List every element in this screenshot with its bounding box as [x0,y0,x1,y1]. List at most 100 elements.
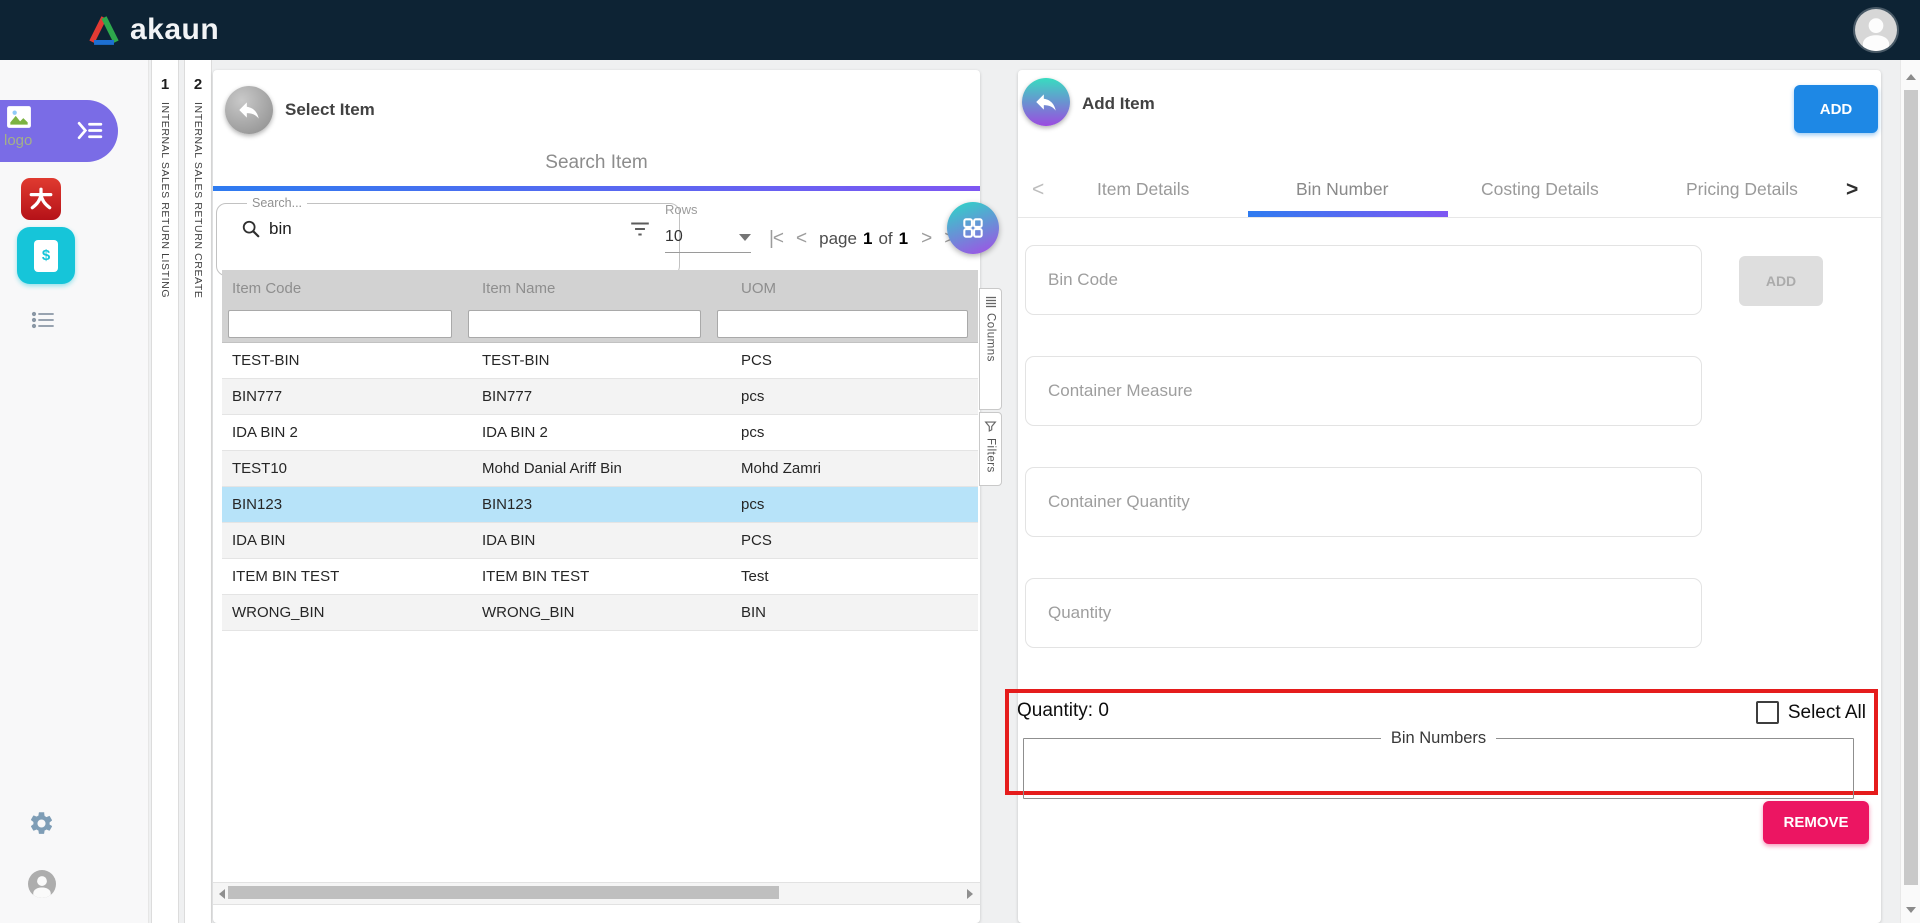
search-fieldset: Search... [216,196,680,276]
list-menu-icon[interactable] [31,310,55,335]
select-all-checkbox[interactable] [1755,701,1779,724]
cell-uom: pcs [741,496,765,513]
select-item-panel: Select Item Search Item Search... Rows 1… [213,70,1002,923]
search-field-label: Search... [252,196,303,210]
scroll-up-arrow[interactable] [1901,68,1920,86]
tabs-scroll-left-icon[interactable]: < [1032,178,1044,202]
column-header-uom[interactable]: UOM [731,280,978,297]
cell-item-name: BIN777 [482,388,533,405]
cell-item-code: TEST10 [232,460,288,477]
cell-item-name: IDA BIN [482,532,536,549]
first-page-button[interactable]: |< [769,228,784,250]
tabs-scroll-right-icon[interactable]: > [1846,178,1858,202]
bin-numbers-legend: Bin Numbers [1390,729,1487,747]
table-row[interactable]: TEST-BIN TEST-BIN PCS [222,343,978,379]
quantity-field[interactable] [1025,578,1702,648]
filters-side-tab[interactable]: Filters [979,412,1002,486]
of-word: of [878,229,893,248]
tab-bin-number[interactable]: Bin Number [1296,179,1388,200]
cell-item-name: Mohd Danial Ariff Bin [482,460,622,477]
profile-icon[interactable] [28,870,56,898]
table-row[interactable]: TEST10 Mohd Danial Ariff Bin Mohd Zamri [222,451,978,487]
search-input[interactable] [267,217,623,240]
column-header-item-name[interactable]: Item Name [472,280,731,297]
tab-costing-details[interactable]: Costing Details [1481,179,1599,200]
horizontal-scroll-thumb[interactable] [228,886,779,899]
add-item-button[interactable]: ADD [1794,85,1878,133]
search-icon [242,220,260,237]
workspace-tab-number: 2 [193,76,203,93]
next-page-button[interactable]: > [921,228,932,250]
cell-item-code: WRONG_BIN [232,604,325,621]
triangle-logo-icon [89,16,119,45]
page-vertical-scrollbar[interactable] [1900,60,1920,923]
table-horizontal-scrollbar[interactable] [213,882,980,905]
table-header-row: Item Code Item Name UOM [222,270,978,306]
rows-label: Rows [665,202,698,217]
page-indicator: page 1 of 1 [819,229,908,249]
total-pages-number: 1 [898,229,909,248]
cell-uom: Mohd Zamri [741,460,822,477]
drag-bars-icon [985,296,996,308]
item-code-filter-input[interactable] [228,310,452,338]
scroll-right-arrow[interactable] [961,883,978,904]
remove-button[interactable]: REMOVE [1763,801,1869,844]
bin-code-add-button[interactable]: ADD [1739,256,1823,306]
cell-uom: PCS [741,352,772,369]
container-quantity-field[interactable] [1025,467,1702,537]
back-arrow-icon [239,102,259,119]
brand-logo: akaun [86,0,219,60]
cell-item-name: ITEM BIN TEST [482,568,590,585]
column-header-item-code[interactable]: Item Code [222,280,472,297]
cell-item-name: WRONG_BIN [482,604,575,621]
cell-item-code: IDA BIN 2 [232,424,298,441]
vertical-scroll-thumb[interactable] [1904,90,1918,885]
container-measure-field[interactable] [1025,356,1702,426]
table-row[interactable]: IDA BIN IDA BIN PCS [222,523,978,559]
table-row[interactable]: ITEM BIN TEST ITEM BIN TEST Test [222,559,978,595]
prev-page-button[interactable]: < [796,228,807,250]
cell-item-code: TEST-BIN [232,352,300,369]
funnel-icon [984,421,997,432]
settings-gear-icon[interactable] [28,810,55,842]
red-highlight-annotation: Quantity: 0 Select All Bin Numbers [1005,689,1878,799]
back-button[interactable] [1022,78,1070,126]
select-all-control: Select All [1755,701,1866,724]
scroll-down-arrow[interactable] [1901,901,1920,919]
page-word: page [819,229,857,248]
app-icon-red[interactable] [21,178,61,220]
rows-per-page-select[interactable]: 10 [665,222,751,253]
dollar-doc-icon: $ [34,239,58,272]
bin-code-field[interactable] [1025,245,1702,315]
back-button[interactable] [225,86,273,134]
grid-view-button[interactable] [947,202,999,254]
cell-item-name: IDA BIN 2 [482,424,548,441]
app-window: akaun logo $ 1 INTERNAL SALES RETURN LIS… [0,0,1920,923]
filter-list-icon[interactable] [629,220,651,238]
table-row[interactable]: BIN777 BIN777 pcs [222,379,978,415]
workspace-tab-internal-sales-return-listing[interactable]: 1 INTERNAL SALES RETURN LISTING [151,60,179,923]
app-icon-sales-doc[interactable]: $ [17,227,75,284]
uom-filter-input[interactable] [717,310,968,338]
user-avatar[interactable] [1855,9,1897,51]
search-item-tab[interactable]: Search Item [213,152,980,174]
tab-item-details[interactable]: Item Details [1097,179,1189,200]
workspace-tab-internal-sales-return-create[interactable]: 2 INTERNAL SALES RETURN CREATE [184,60,212,923]
rows-value: 10 [665,228,683,245]
bin-numbers-container: Bin Numbers [1023,729,1854,799]
table-row[interactable]: IDA BIN 2 IDA BIN 2 pcs [222,415,978,451]
cell-item-code: IDA BIN [232,532,286,549]
table-row[interactable]: WRONG_BIN WRONG_BIN BIN [222,595,978,631]
cell-uom: PCS [741,532,772,549]
workspace-tab-number: 1 [160,76,170,93]
add-item-panel: Add Item ADD < Item Details Bin Number C… [1005,70,1881,923]
tab-pricing-details[interactable]: Pricing Details [1686,179,1798,200]
cell-item-name: BIN123 [482,496,533,513]
item-name-filter-input[interactable] [468,310,701,338]
da-character-glyph [29,187,53,210]
columns-side-tab[interactable]: Columns [979,288,1002,410]
cell-item-name: TEST-BIN [482,352,550,369]
sidebar-toggle-pill[interactable]: logo [0,100,118,162]
table-row-selected[interactable]: BIN123 BIN123 pcs [222,487,978,523]
cell-uom: Test [741,568,769,585]
